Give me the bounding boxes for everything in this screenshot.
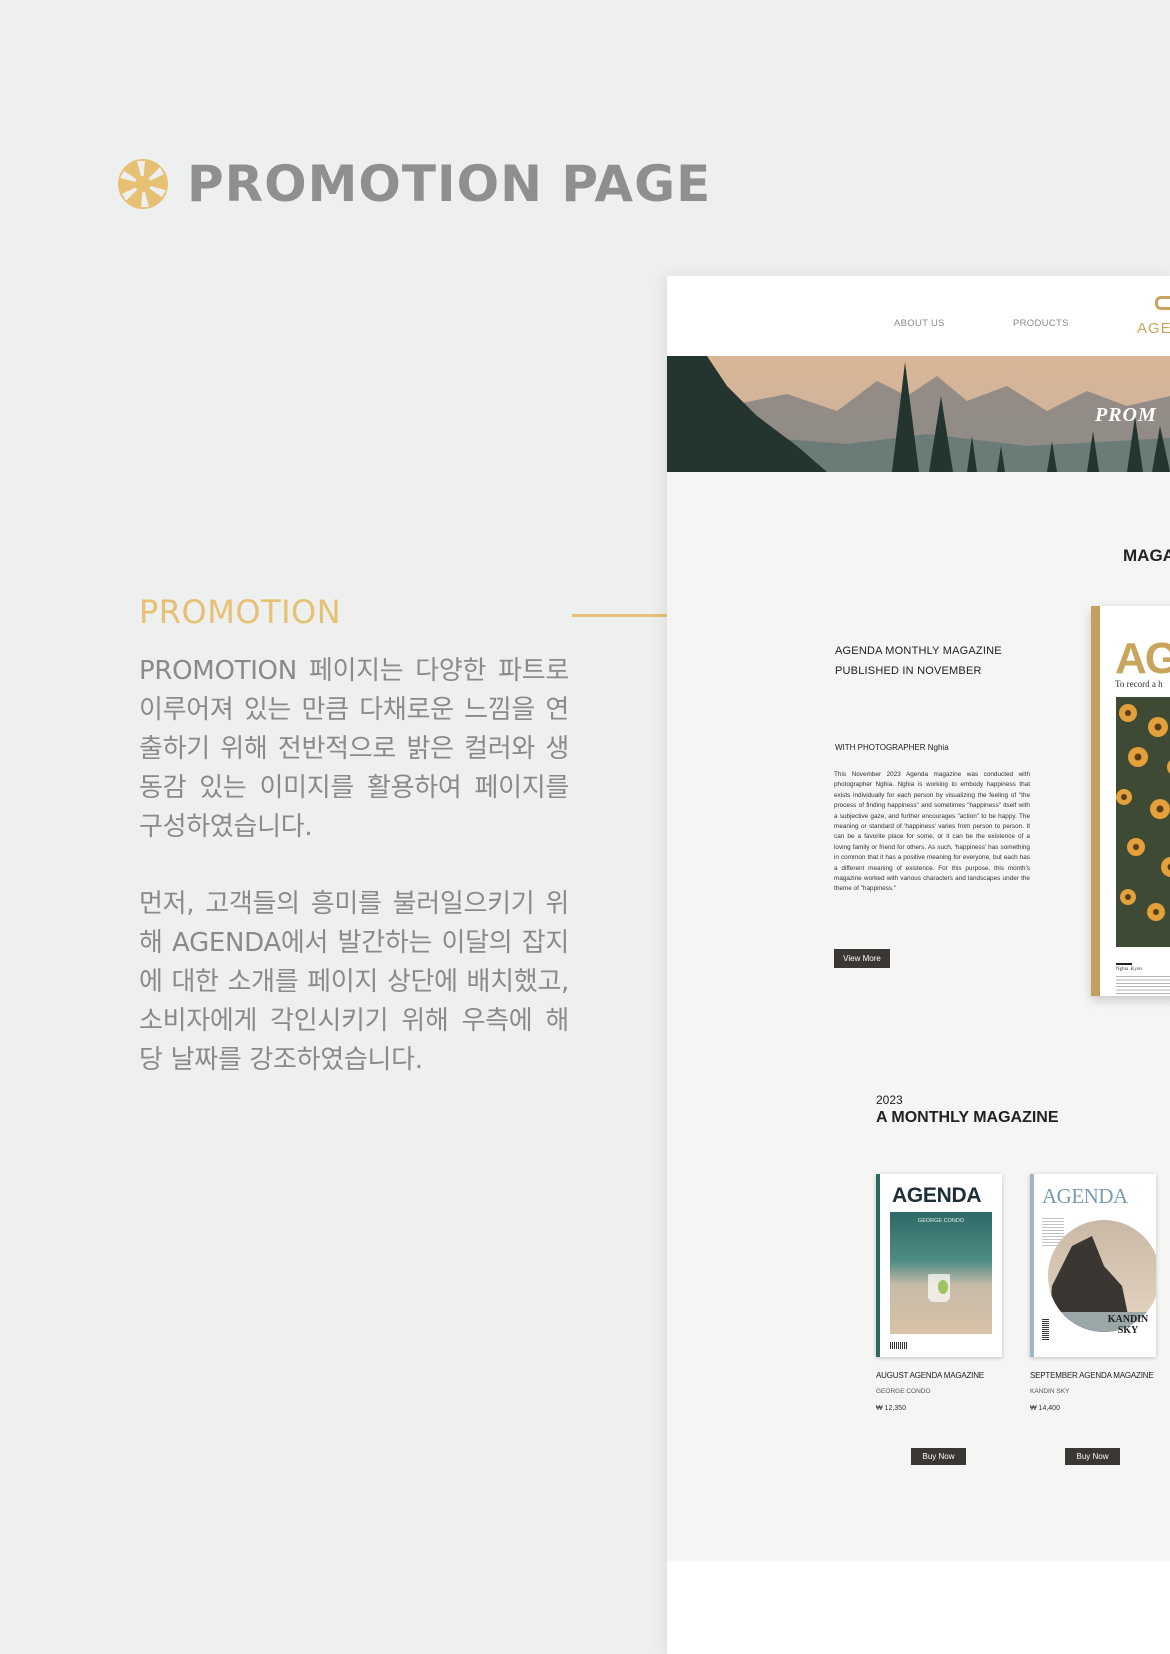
magazine-title: AGENDA MONTHLY MAGAZINE xyxy=(835,645,1002,657)
page-title-text: PROMOTION PAGE xyxy=(187,155,712,213)
page-title: PROMOTION PAGE xyxy=(117,155,711,213)
product-card: AGENDA GEORGE CONDO AUGUST AGENDA MAGAZI… xyxy=(876,1174,1006,1474)
year-label: 2023 xyxy=(876,1093,903,1107)
featured-magazine-cover[interactable]: AG To record a h Nghia .Kyon xyxy=(1091,606,1170,996)
product-author: GEORGE CONDO xyxy=(876,1388,931,1395)
product-name[interactable]: AUGUST AGENDA MAGAZINE xyxy=(876,1371,1006,1380)
banner-title: PROM xyxy=(1095,404,1157,426)
product-cover-author: GEORGE CONDO xyxy=(917,1218,965,1224)
description-paragraph-2: 먼저, 고객들의 흥미를 불러일으키기 위해 AGENDA에서 발간하는 이달의… xyxy=(139,889,569,1075)
buy-now-button[interactable]: Buy Now xyxy=(1065,1448,1120,1465)
magazine-description: This November 2023 Agenda magazine was c… xyxy=(834,771,1030,893)
buy-now-button[interactable]: Buy Now xyxy=(911,1448,966,1465)
cover-title: AG xyxy=(1115,634,1170,683)
site-logo[interactable]: AGE xyxy=(1137,320,1170,337)
sunflower-photo xyxy=(1116,697,1170,947)
nav-about-us[interactable]: ABOUT US xyxy=(894,318,945,329)
product-cover-author: KANDIN SKY xyxy=(1107,1314,1149,1336)
nav-products[interactable]: PRODUCTS xyxy=(1013,318,1069,329)
product-card: AGENDA KANDIN SKY SEPTEMBER AGENDA MAGAZ… xyxy=(1030,1174,1160,1474)
product-name[interactable]: SEPTEMBER AGENDA MAGAZINE xyxy=(1030,1371,1160,1380)
cover-author: Nghia .Kyon xyxy=(1116,967,1142,972)
product-cover-title: AGENDA xyxy=(892,1184,982,1207)
logo-mark-icon xyxy=(1155,296,1170,310)
product-cover-title: AGENDA xyxy=(1042,1184,1128,1208)
section-heading: MAGA xyxy=(1123,546,1170,565)
description-paragraph-1: PROMOTION 페이지는 다양한 파트로 이루어져 있는 만큼 다채로운 느… xyxy=(139,656,569,842)
product-price: ₩ 12,350 xyxy=(876,1405,906,1412)
promotion-label: PROMOTION xyxy=(139,593,342,631)
product-price: ₩ 14,400 xyxy=(1030,1405,1060,1412)
website-mockup: ABOUT US PRODUCTS AGE PROM MAGA AGENDA M… xyxy=(667,276,1170,1654)
cover-tagline: To record a h xyxy=(1115,679,1163,689)
site-footer xyxy=(667,1561,1170,1654)
product-cover-photo: GEORGE CONDO xyxy=(890,1212,992,1334)
magazine-subtitle: PUBLISHED IN NOVEMBER xyxy=(835,665,982,677)
product-cover[interactable]: AGENDA GEORGE CONDO xyxy=(876,1174,1002,1357)
monthly-heading: A MONTHLY MAGAZINE xyxy=(876,1109,1059,1126)
site-nav: ABOUT US PRODUCTS AGE xyxy=(667,276,1170,356)
product-author: KANDIN SKY xyxy=(1030,1388,1070,1395)
aperture-icon xyxy=(118,159,168,209)
view-more-button[interactable]: View More xyxy=(834,949,890,968)
photographer-line: WITH PHOTOGRAPHER Nghia xyxy=(835,743,949,752)
product-cover[interactable]: AGENDA KANDIN SKY xyxy=(1030,1174,1156,1357)
